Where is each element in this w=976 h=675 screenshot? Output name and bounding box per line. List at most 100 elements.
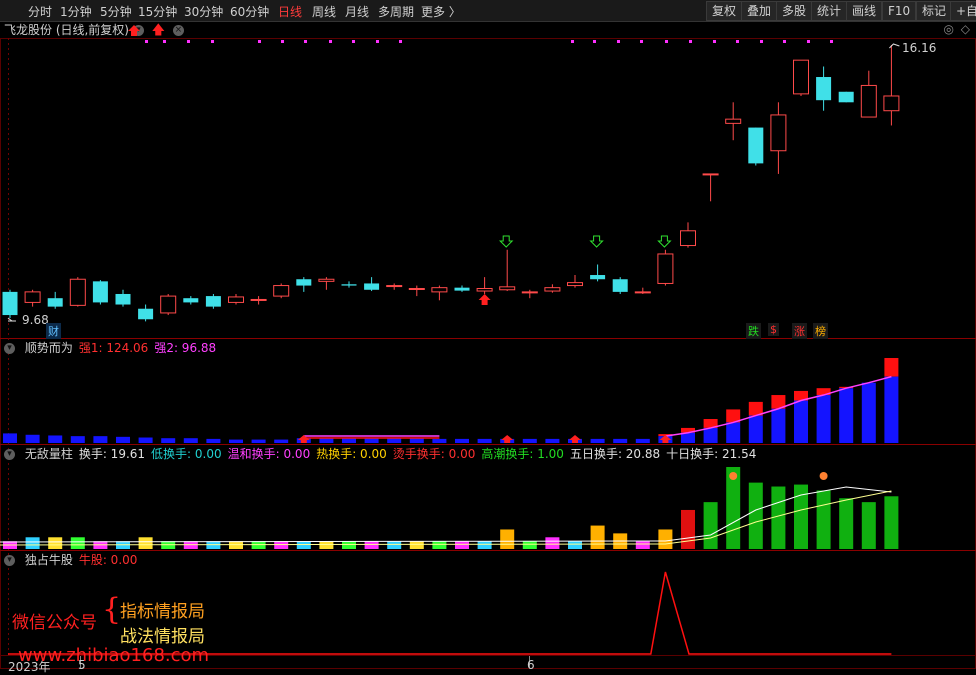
candle-body-35: [793, 59, 809, 95]
sell-arrow-icon-2: [657, 235, 672, 248]
candle-body-29: [657, 253, 674, 284]
low-price-label: 9.68: [22, 313, 49, 327]
signal-dot-19: [760, 40, 763, 43]
candle-body-12: [273, 285, 290, 297]
rank-tag-1[interactable]: $: [768, 323, 779, 336]
candle-body-31: [702, 173, 719, 176]
candle-body-20: [454, 287, 470, 291]
strength-blue-bar-10: [229, 439, 243, 443]
indicator-value-3: 热换手: 0.00: [316, 447, 387, 461]
strength-red-bar-39: [884, 358, 899, 377]
x-axis-month-5: 5: [78, 658, 86, 672]
candle-body-32: [725, 118, 742, 124]
rank-tag-0[interactable]: 跌: [746, 323, 761, 339]
strength-blue-bar-9: [206, 438, 221, 443]
strength-blue-bar-31: [703, 427, 718, 443]
panel-bull-header: ▾ 独占牛股 牛股: 0.00: [4, 551, 143, 568]
candle-body-13: [296, 279, 312, 286]
strength-blue-bar-28: [635, 438, 650, 443]
candle-body-23: [521, 291, 538, 294]
candle-body-37: [838, 91, 854, 103]
signal-dot-15: [665, 40, 668, 43]
signal-dot-12: [593, 40, 596, 43]
volume-bar-16: [364, 541, 379, 549]
strength-blue-bar-37: [839, 388, 854, 443]
indicator-value-0: 换手: 19.61: [78, 447, 146, 461]
panel-name[interactable]: 独占牛股: [21, 553, 73, 567]
candle-body-38: [860, 84, 877, 118]
panel-name[interactable]: 无敌量柱: [21, 447, 73, 461]
indicator-value-2: 温和换手: 0.00: [227, 447, 311, 461]
candle-body-11: [250, 298, 267, 301]
candle-body-22: [499, 286, 516, 291]
indicator-value-7: 十日换手: 21.54: [666, 447, 757, 461]
signal-dot-17: [713, 40, 716, 43]
panel-volume-header: ▾ 无敌量柱 换手: 19.61 低换手: 0.00 温和换手: 0.00 热换手: 0…: [4, 445, 762, 462]
volume-bar-33: [748, 482, 763, 549]
sell-arrow-icon-1: [589, 235, 604, 248]
volume-bar-6: [138, 537, 153, 549]
candle-body-3: [69, 278, 86, 306]
candle-body-26: [590, 275, 606, 280]
candle-body-33: [748, 127, 764, 164]
brace-icon: {: [102, 592, 122, 627]
strength-blue-bar-0: [3, 433, 17, 443]
title-up-arrow-icon: [128, 25, 140, 36]
strength-blue-bar-18: [409, 438, 424, 443]
panel-collapse-icon[interactable]: ▾: [4, 449, 15, 460]
candle-body-21: [476, 288, 493, 292]
rank-tag-3[interactable]: 榜: [813, 323, 828, 339]
signal-dot-13: [617, 40, 620, 43]
signal-dot-5: [281, 40, 284, 43]
rank-tag-2[interactable]: 涨: [792, 323, 807, 339]
finance-tag[interactable]: 财: [46, 323, 61, 339]
strength-blue-bar-26: [590, 438, 605, 443]
volume-bar-30: [681, 509, 695, 549]
strength-blue-bar-12: [274, 439, 289, 443]
signal-dot-8: [352, 40, 355, 43]
signal-dot-2: [187, 40, 190, 43]
panel-collapse-icon[interactable]: ▾: [4, 555, 15, 566]
volume-bar-13: [296, 541, 311, 549]
high-price-label: 16.16: [902, 41, 937, 55]
signal-dot-6: [304, 40, 307, 43]
volume-bar-19: [432, 541, 447, 549]
strength-blue-bar-11: [251, 439, 266, 443]
strength-blue-bar-20: [455, 438, 469, 443]
strength-blue-bar-39: [884, 376, 899, 443]
x-axis-month-6: 6: [527, 658, 535, 672]
panel-name[interactable]: 顺势而为: [21, 341, 73, 355]
candle-body-27: [612, 279, 628, 292]
signal-dot-7: [329, 40, 332, 43]
volume-bar-39: [884, 496, 899, 549]
candle-body-14: [318, 278, 335, 282]
signal-dot-16: [689, 40, 692, 43]
signal-dot-20: [783, 40, 786, 43]
strength-blue-bar-21: [477, 438, 492, 443]
candle-body-4: [92, 281, 108, 303]
indicator-value-1: 低换手: 0.00: [151, 447, 222, 461]
signal-dot-4: [258, 40, 261, 43]
strength-blue-bar-35: [794, 400, 808, 443]
candle-body-6: [138, 308, 154, 320]
panel-strength-header: ▾ 顺势而为 强1: 124.06 强2: 96.88: [4, 339, 222, 356]
strength-blue-bar-2: [48, 435, 63, 443]
signal-dot-3: [211, 40, 214, 43]
strength-blue-bar-16: [364, 438, 379, 443]
candle-body-8: [183, 298, 199, 303]
volume-bar-25: [568, 541, 582, 549]
strength-blue-bar-24: [545, 438, 560, 443]
strength-blue-bar-33: [748, 415, 763, 443]
volume-bar-20: [455, 541, 469, 549]
indicator-value-0: 强1: 124.06: [78, 341, 149, 355]
candle-body-34: [770, 114, 787, 152]
strength-blue-bar-34: [771, 408, 786, 443]
signal-dot-1: [163, 40, 166, 43]
panel-collapse-icon[interactable]: ▾: [4, 343, 15, 354]
candle-body-36: [816, 77, 832, 101]
candle-body-28: [634, 291, 651, 294]
volume-bar-21: [477, 541, 492, 549]
volume-bar-15: [342, 541, 356, 549]
volume-bar-26: [590, 525, 605, 549]
volume-bar-12: [274, 541, 289, 549]
